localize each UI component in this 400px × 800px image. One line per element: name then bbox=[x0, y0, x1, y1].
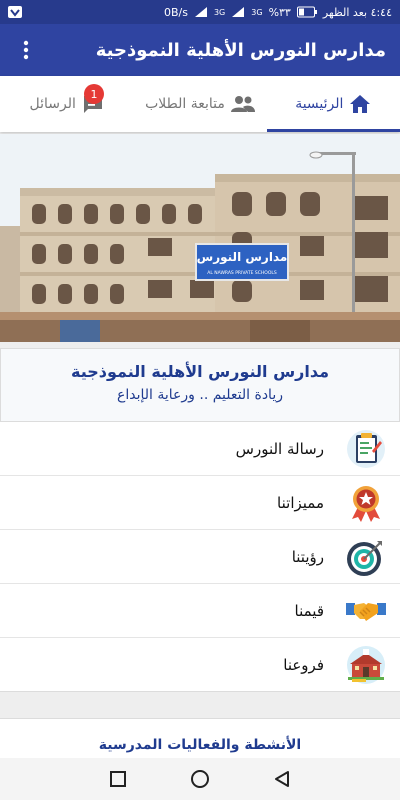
back-button[interactable] bbox=[269, 766, 295, 792]
menu-item-branches[interactable]: فروعنا bbox=[0, 638, 400, 692]
tab-messages[interactable]: الرسائل 1 bbox=[0, 76, 133, 132]
circle-icon bbox=[191, 770, 209, 788]
menu-item-vision[interactable]: رؤيتنا bbox=[0, 530, 400, 584]
overflow-menu-button[interactable] bbox=[14, 35, 38, 65]
info-menu: رسالة النورس مميزاتنا رؤيتنا قيمنا فروعن… bbox=[0, 422, 400, 692]
medal-star-icon bbox=[352, 485, 380, 522]
activities-title: الأنشطة والفعاليات المدرسية bbox=[98, 737, 302, 753]
tab-home[interactable]: الرئيسية bbox=[266, 76, 400, 132]
app-notification-icon bbox=[8, 6, 22, 18]
menu-item-label: رؤيتنا bbox=[291, 547, 324, 566]
signal-icon bbox=[194, 7, 207, 17]
status-bar: 0B/s 3G 3G %٣٣ ٤:٤٤ بعد الظهر bbox=[0, 0, 400, 24]
menu-item-label: فروعنا bbox=[283, 656, 324, 674]
home-nav-button[interactable] bbox=[187, 766, 213, 792]
target-icon bbox=[347, 540, 382, 576]
app-bar: مدارس النورس الأهلية النموذجية bbox=[0, 24, 400, 76]
more-vert-icon bbox=[23, 40, 29, 60]
network-type-1: 3G bbox=[251, 7, 263, 17]
clipboard-icon bbox=[347, 429, 385, 468]
tab-messages-label: الرسائل bbox=[29, 96, 76, 112]
system-nav-bar bbox=[0, 758, 400, 800]
back-triangle-icon bbox=[275, 771, 289, 787]
school-sign-subtext: AL NAWRAS PRIVATE SCHOOLS bbox=[207, 270, 277, 276]
network-speed: 0B/s bbox=[163, 5, 188, 19]
status-left bbox=[8, 6, 22, 18]
menu-item-label: قيمنا bbox=[294, 601, 324, 620]
menu-item-label: رسالة النورس bbox=[235, 439, 324, 458]
home-icon bbox=[350, 95, 371, 113]
battery-percent: %٣٣ bbox=[268, 5, 291, 19]
battery-icon bbox=[296, 6, 317, 18]
menu-item-label: مميزاتنا bbox=[277, 493, 324, 512]
school-name: مدارس النورس الأهلية النموذجية bbox=[71, 362, 329, 381]
school-building-photo: مدارس النورس AL NAWRAS PRIVATE SCHOOLS bbox=[0, 134, 400, 342]
unread-badge: 1 bbox=[84, 84, 104, 104]
school-tagline: ريادة التعليم .. ورعاية الإبداع bbox=[117, 387, 283, 403]
menu-item-values[interactable]: قيمنا bbox=[0, 584, 400, 638]
menu-item-message[interactable]: رسالة النورس bbox=[0, 422, 400, 476]
tab-student-tracking-label: متابعة الطلاب bbox=[145, 96, 225, 112]
status-right: 0B/s 3G 3G %٣٣ ٤:٤٤ بعد الظهر bbox=[164, 6, 392, 19]
menu-item-features[interactable]: مميزاتنا bbox=[0, 476, 400, 530]
activities-section: الأنشطة والفعاليات المدرسية bbox=[0, 718, 400, 758]
building-illustration: مدارس النورس AL NAWRAS PRIVATE SCHOOLS bbox=[0, 134, 400, 342]
clock: ٤:٤٤ بعد الظهر bbox=[322, 5, 392, 19]
tab-home-label: الرئيسية bbox=[295, 96, 344, 112]
school-sign-text: مدارس النورس bbox=[197, 250, 288, 265]
school-intro-card: مدارس النورس الأهلية النموذجية ريادة الت… bbox=[0, 348, 400, 422]
square-icon bbox=[110, 771, 126, 787]
recents-button[interactable] bbox=[105, 766, 131, 792]
tab-student-tracking[interactable]: متابعة الطلاب bbox=[133, 76, 266, 132]
handshake-icon bbox=[346, 602, 386, 621]
school-building-icon bbox=[347, 646, 385, 684]
signal-icon-2 bbox=[232, 7, 245, 17]
app-screen: 0B/s 3G 3G %٣٣ ٤:٤٤ بعد الظهر مدارس النو… bbox=[0, 0, 400, 800]
network-type-2: 3G bbox=[213, 7, 226, 17]
page-title: مدارس النورس الأهلية النموذجية bbox=[95, 39, 386, 61]
people-icon bbox=[230, 96, 255, 112]
tab-bar: الرسائل 1 متابعة الطلاب الرئيسية bbox=[0, 76, 400, 132]
